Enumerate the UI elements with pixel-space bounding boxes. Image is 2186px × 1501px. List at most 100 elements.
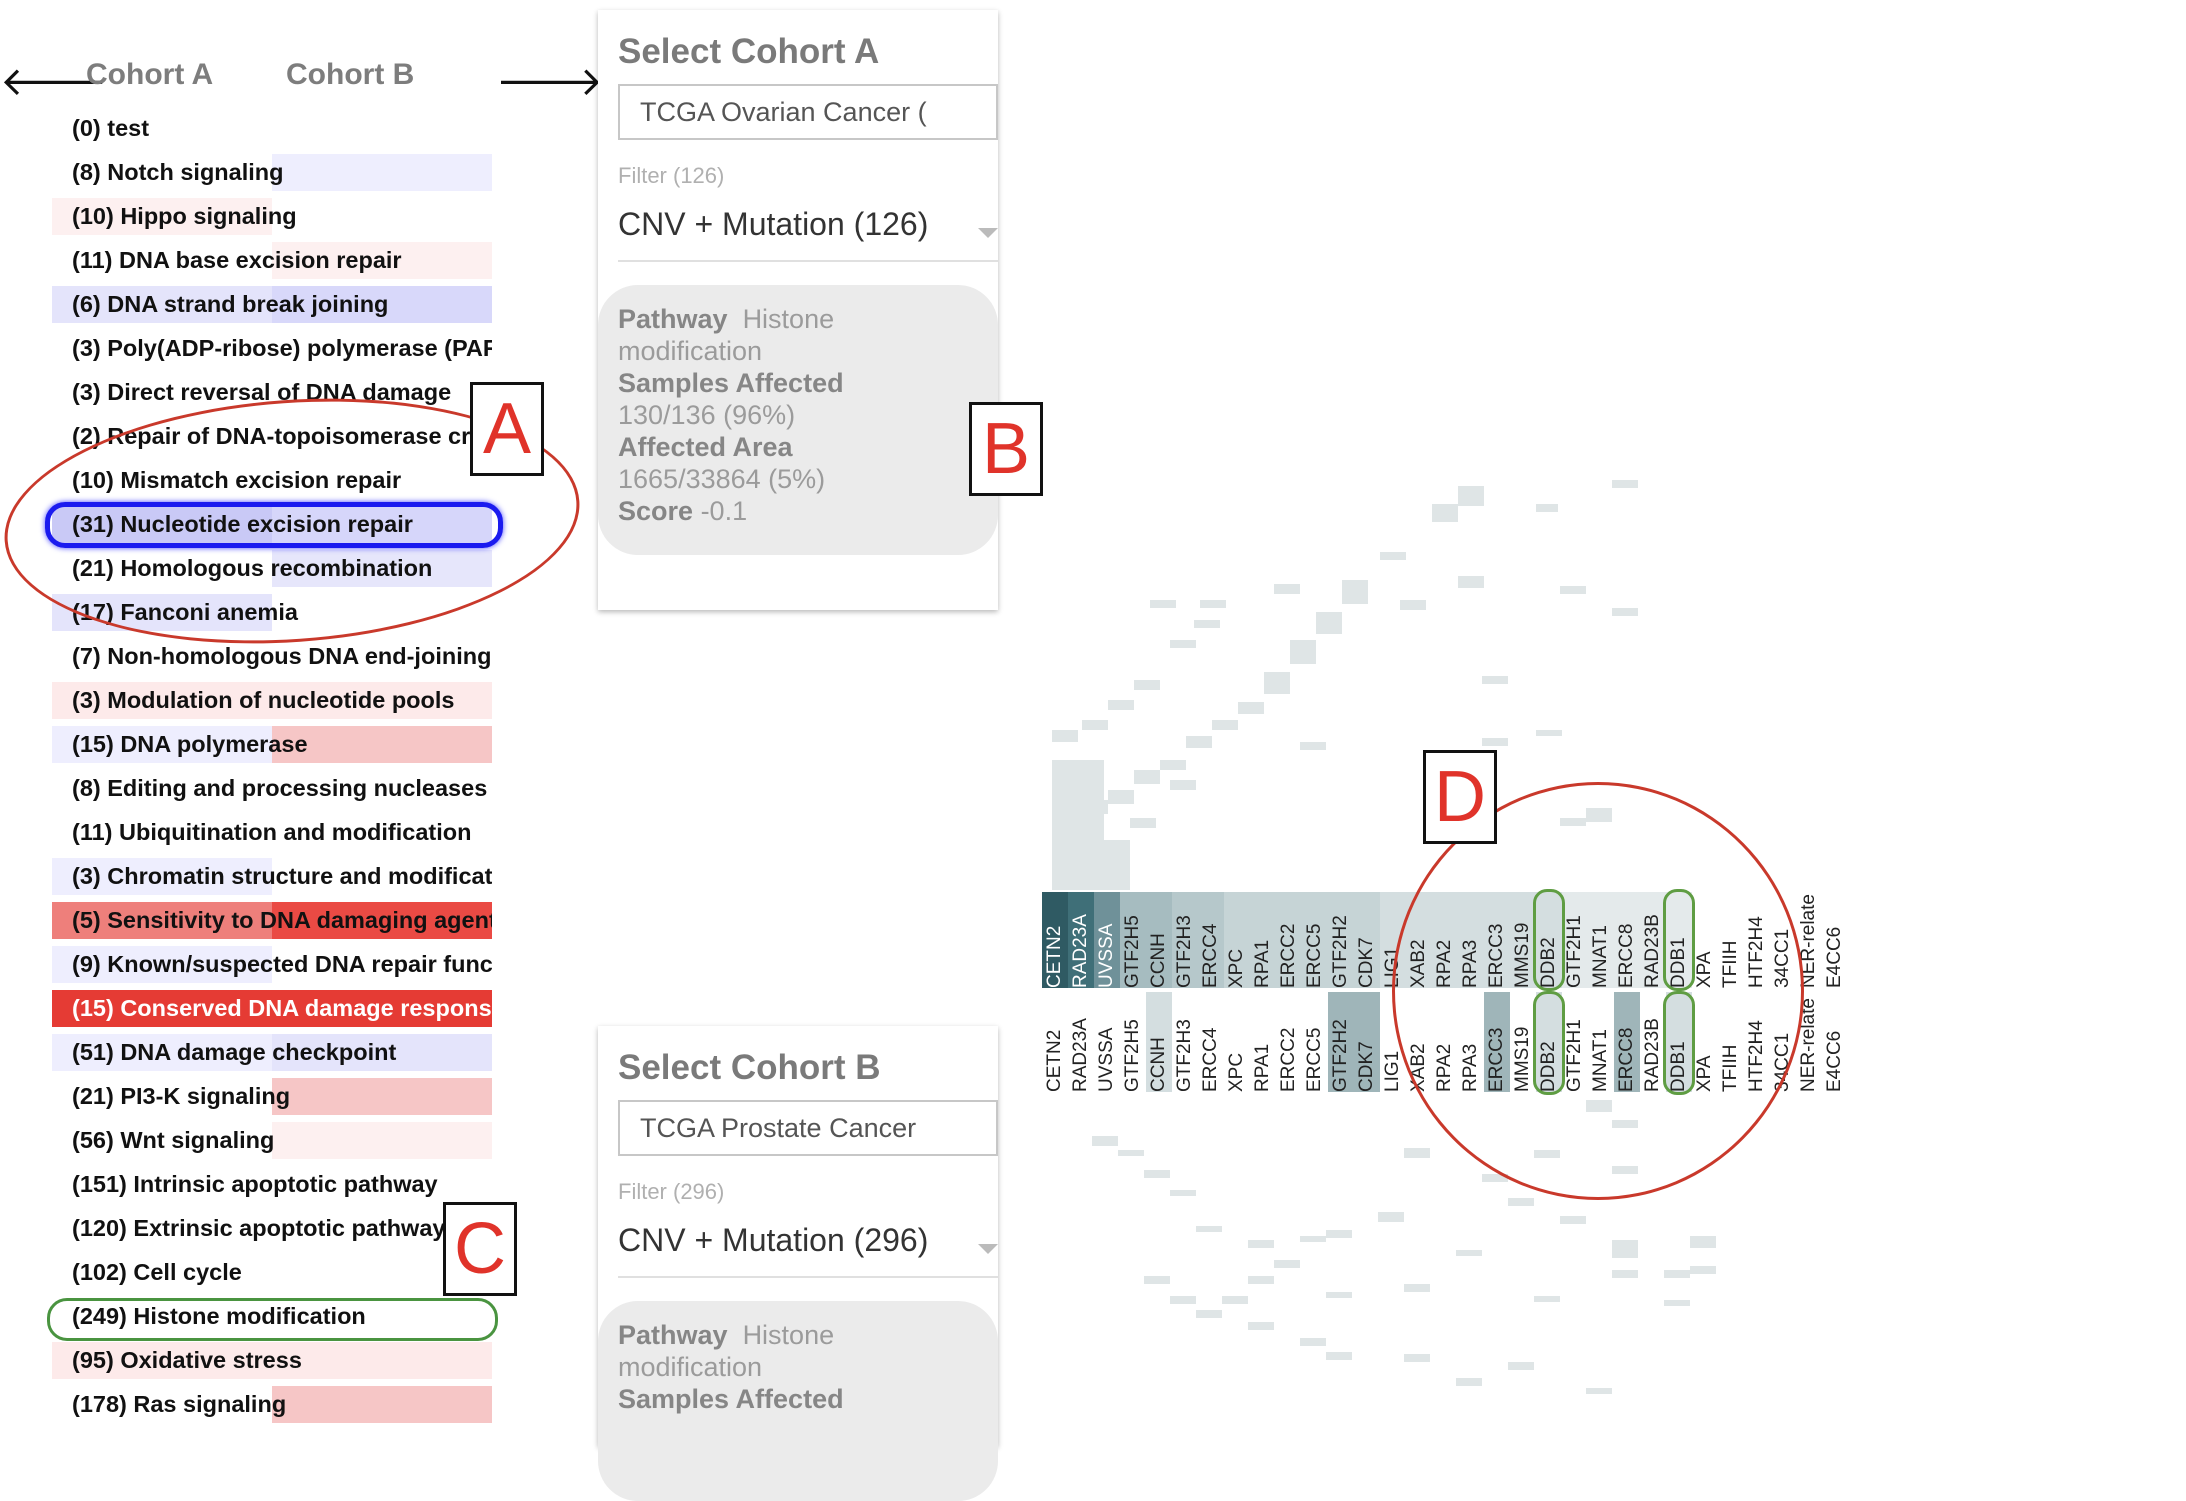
gene-cell[interactable]: RPA3 — [1458, 892, 1484, 988]
gene-cell[interactable]: ERCC8 — [1614, 892, 1640, 988]
gene-cell[interactable]: RAD23B — [1640, 992, 1666, 1092]
gene-cell[interactable]: XPA — [1692, 992, 1718, 1092]
pathway-row[interactable]: (8) Editing and processing nucleases — [52, 770, 492, 807]
gene-cell[interactable]: RPA1 — [1250, 992, 1276, 1092]
gene-cell[interactable]: ERCC5 — [1302, 892, 1328, 988]
gene-cell[interactable]: MNAT1 — [1588, 892, 1614, 988]
gene-cell[interactable]: DDB2 — [1536, 892, 1562, 988]
gene-cell[interactable]: LIG1 — [1380, 992, 1406, 1092]
gene-cell[interactable]: E4CC6 — [1822, 892, 1848, 988]
gene-cell[interactable]: ERCC5 — [1302, 992, 1328, 1092]
gene-cell[interactable]: TFIIH — [1718, 992, 1744, 1092]
pathway-row[interactable]: (151) Intrinsic apoptotic pathway — [52, 1166, 492, 1203]
arrow-left-icon[interactable]: 🡐 — [0, 60, 107, 104]
gene-cell[interactable]: RAD23A — [1068, 992, 1094, 1092]
gene-cell[interactable]: LIG1 — [1380, 892, 1406, 988]
gene-cell[interactable]: ERCC2 — [1276, 892, 1302, 988]
gene-cell[interactable]: HTF2H4 — [1744, 992, 1770, 1092]
pathway-row[interactable]: (15) DNA polymerase — [52, 726, 492, 763]
cohort-a-select[interactable]: TCGA Ovarian Cancer ( — [618, 84, 998, 140]
gene-cell[interactable]: ERCC4 — [1198, 992, 1224, 1092]
gene-cell[interactable]: CCNH — [1146, 992, 1172, 1092]
pathway-row[interactable]: (95) Oxidative stress — [52, 1342, 492, 1379]
pathway-row[interactable]: (17) Fanconi anemia — [52, 594, 492, 631]
gene-cell[interactable]: ERCC4 — [1198, 892, 1224, 988]
gene-cell[interactable]: GTF2H3 — [1172, 992, 1198, 1092]
pathway-row[interactable]: (7) Non-homologous DNA end-joining — [52, 638, 492, 675]
gene-cell[interactable]: GTF2H1 — [1562, 992, 1588, 1092]
gene-cell[interactable]: DDB1 — [1666, 992, 1692, 1092]
gene-cell[interactable]: GTF2H2 — [1328, 892, 1354, 988]
arrow-right-icon[interactable]: 🡒 — [496, 60, 603, 104]
gene-cell[interactable]: CETN2 — [1042, 992, 1068, 1092]
cohort-b-select[interactable]: TCGA Prostate Cancer — [618, 1100, 998, 1156]
gene-cell[interactable]: CCNH — [1146, 892, 1172, 988]
gene-cell[interactable]: NER-relate — [1796, 992, 1822, 1092]
gene-cell[interactable]: RPA2 — [1432, 892, 1458, 988]
pathway-row[interactable]: (11) Ubiquitination and modification — [52, 814, 492, 851]
gene-cell[interactable]: RPA3 — [1458, 992, 1484, 1092]
gene-cell[interactable]: NER-relate — [1796, 892, 1822, 988]
network-mark — [1130, 818, 1156, 828]
pathway-row[interactable]: (3) Chromatin structure and modification — [52, 858, 492, 895]
pathway-row[interactable]: (2) Repair of DNA-topoisomerase crosslin… — [52, 418, 492, 455]
gene-cell[interactable]: MMS19 — [1510, 992, 1536, 1092]
gene-label: DDB1 — [1668, 1041, 1689, 1092]
gene-cell[interactable]: GTF2H1 — [1562, 892, 1588, 988]
pathway-row[interactable]: (3) Poly(ADP-ribose) polymerase (PARP) — [52, 330, 492, 367]
pathway-row[interactable]: (120) Extrinsic apoptotic pathway — [52, 1210, 492, 1247]
gene-cell[interactable]: DDB1 — [1666, 892, 1692, 988]
pathway-row[interactable]: (8) Notch signaling — [52, 154, 492, 191]
cohort-b-filter-dropdown[interactable]: CNV + Mutation (296) — [618, 1216, 998, 1278]
cohort-a-filter-dropdown[interactable]: CNV + Mutation (126) — [618, 200, 998, 262]
pathway-row[interactable]: (178) Ras signaling — [52, 1386, 492, 1423]
gene-cell[interactable]: CETN2 — [1042, 892, 1068, 988]
pathway-row[interactable]: (31) Nucleotide excision repair — [52, 506, 492, 543]
gene-cell[interactable]: 34CC1 — [1770, 992, 1796, 1092]
gene-cell[interactable]: 34CC1 — [1770, 892, 1796, 988]
gene-cell[interactable]: XPC — [1224, 892, 1250, 988]
gene-cell[interactable]: DDB2 — [1536, 992, 1562, 1092]
gene-cell[interactable]: RAD23A — [1068, 892, 1094, 988]
gene-cell[interactable]: GTF2H3 — [1172, 892, 1198, 988]
gene-cell[interactable]: E4CC6 — [1822, 992, 1848, 1092]
gene-cell[interactable]: GTF2H5 — [1120, 992, 1146, 1092]
gene-cell[interactable]: GTF2H5 — [1120, 892, 1146, 988]
pathway-row[interactable]: (9) Known/suspected DNA repair function — [52, 946, 492, 983]
gene-cell[interactable]: ERCC2 — [1276, 992, 1302, 1092]
pathway-row[interactable]: (249) Histone modification — [52, 1298, 492, 1335]
gene-cell[interactable]: UVSSA — [1094, 892, 1120, 988]
gene-cell[interactable]: XAB2 — [1406, 892, 1432, 988]
gene-cell[interactable]: CDK7 — [1354, 992, 1380, 1092]
gene-cell[interactable]: GTF2H2 — [1328, 992, 1354, 1092]
gene-cell[interactable]: RAD23B — [1640, 892, 1666, 988]
gene-cell[interactable]: MNAT1 — [1588, 992, 1614, 1092]
pathway-row[interactable]: (3) Modulation of nucleotide pools — [52, 682, 492, 719]
pathway-row[interactable]: (21) PI3-K signaling — [52, 1078, 492, 1115]
pathway-row[interactable]: (56) Wnt signaling — [52, 1122, 492, 1159]
gene-cell[interactable]: TFIIH — [1718, 892, 1744, 988]
pathway-row[interactable]: (51) DNA damage checkpoint — [52, 1034, 492, 1071]
pathway-row[interactable]: (10) Hippo signaling — [52, 198, 492, 235]
gene-cell[interactable]: RPA2 — [1432, 992, 1458, 1092]
gene-cell[interactable]: UVSSA — [1094, 992, 1120, 1092]
gene-cell[interactable]: CDK7 — [1354, 892, 1380, 988]
gene-cell[interactable]: XAB2 — [1406, 992, 1432, 1092]
pathway-row[interactable]: (5) Sensitivity to DNA damaging agents — [52, 902, 492, 939]
gene-cell[interactable]: XPC — [1224, 992, 1250, 1092]
gene-cell[interactable]: MMS19 — [1510, 892, 1536, 988]
gene-cell[interactable]: ERCC3 — [1484, 992, 1510, 1092]
pathway-row[interactable]: (3) Direct reversal of DNA damage — [52, 374, 492, 411]
gene-cell[interactable]: ERCC8 — [1614, 992, 1640, 1092]
pathway-row[interactable]: (15) Conserved DNA damage response genes — [52, 990, 492, 1027]
pathway-row[interactable]: (21) Homologous recombination — [52, 550, 492, 587]
pathway-row[interactable]: (102) Cell cycle — [52, 1254, 492, 1291]
gene-cell[interactable]: HTF2H4 — [1744, 892, 1770, 988]
gene-cell[interactable]: ERCC3 — [1484, 892, 1510, 988]
gene-cell[interactable]: RPA1 — [1250, 892, 1276, 988]
gene-cell[interactable]: XPA — [1692, 892, 1718, 988]
pathway-row[interactable]: (11) DNA base excision repair — [52, 242, 492, 279]
pathway-row[interactable]: (10) Mismatch excision repair — [52, 462, 492, 499]
pathway-row[interactable]: (0) test — [52, 110, 492, 147]
pathway-row[interactable]: (6) DNA strand break joining — [52, 286, 492, 323]
